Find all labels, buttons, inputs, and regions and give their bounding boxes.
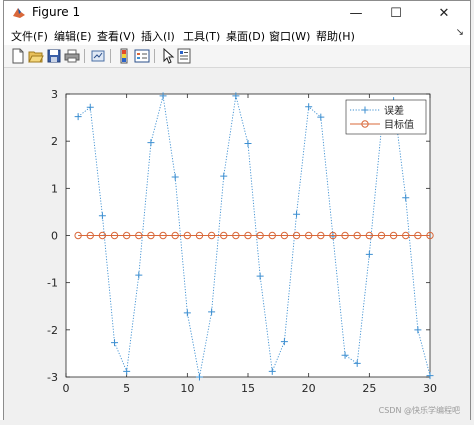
save-icon[interactable] [46,48,62,64]
menu-insert[interactable]: 插入(I) [141,28,175,44]
y-tick-label: -1 [47,277,58,290]
menu-window[interactable]: 窗口(W) [269,28,310,44]
x-tick-label: 15 [241,382,255,395]
print-icon[interactable] [64,48,80,64]
plot-svg: 0 5 10 15 20 25 303210-1-2-3误差目标值 [47,88,437,395]
legend-label: 误差 [384,104,404,117]
toolbar-separator [110,49,111,63]
figure-toolbar [4,45,470,68]
legend-label: 目标值 [384,118,414,131]
title-bar[interactable]: Figure 1 — ☐ ✕ [4,1,470,25]
x-tick-label: 5 [123,382,130,395]
minimize-icon: — [349,5,363,21]
insert-colorbar-icon[interactable] [116,48,132,64]
y-tick-label: -3 [47,371,58,384]
x-tick-label: 30 [423,382,437,395]
close-button[interactable]: ✕ [426,1,462,25]
maximize-icon: ☐ [390,5,402,21]
maximize-button[interactable]: ☐ [378,1,414,25]
y-tick-label: 1 [51,182,58,195]
window-title: Figure 1 [32,5,81,19]
menu-file[interactable]: 文件(F) [11,28,48,44]
y-tick-label: -2 [47,324,58,337]
minimize-button[interactable]: — [338,1,374,25]
legend: 误差目标值 [345,99,427,135]
menu-bar: 文件(F) 编辑(E) 查看(V) 插入(I) 工具(T) 桌面(D) 窗口(W… [4,25,470,45]
y-tick-label: 2 [51,135,58,148]
new-figure-icon[interactable] [10,48,26,64]
toolbar-separator [84,49,85,63]
open-file-icon[interactable] [28,48,44,64]
toolbar-separator [154,49,155,63]
watermark-text: CSDN @快乐学编程吧 [378,406,460,415]
figure-window: Figure 1 — ☐ ✕ 文件(F) 编辑(E) 查看(V) 插入(I) 工… [3,0,471,421]
y-tick-label: 3 [51,88,58,101]
menu-desktop[interactable]: 桌面(D) [226,28,265,44]
menu-edit[interactable]: 编辑(E) [54,28,92,44]
matlab-icon [13,8,25,18]
x-tick-label: 25 [362,382,376,395]
link-plot-icon[interactable] [90,48,106,64]
menu-tools[interactable]: 工具(T) [183,28,220,44]
menu-view[interactable]: 查看(V) [97,28,135,44]
y-tick-label: 0 [51,230,58,243]
x-tick-label: 10 [180,382,194,395]
figure-canvas[interactable]: 0 5 10 15 20 25 30 3 2 1 0 -1 -2 -3 误差 目标值 [4,68,470,421]
x-tick-label: 20 [302,382,316,395]
menu-help[interactable]: 帮助(H) [316,28,355,44]
edit-plot-icon[interactable] [160,48,176,64]
x-tick-label: 0 [63,382,70,395]
property-inspector-icon[interactable] [176,48,192,64]
insert-legend-icon[interactable] [134,48,150,64]
undock-arrow-icon[interactable]: ↘ [456,27,464,38]
close-icon: ✕ [438,5,450,21]
